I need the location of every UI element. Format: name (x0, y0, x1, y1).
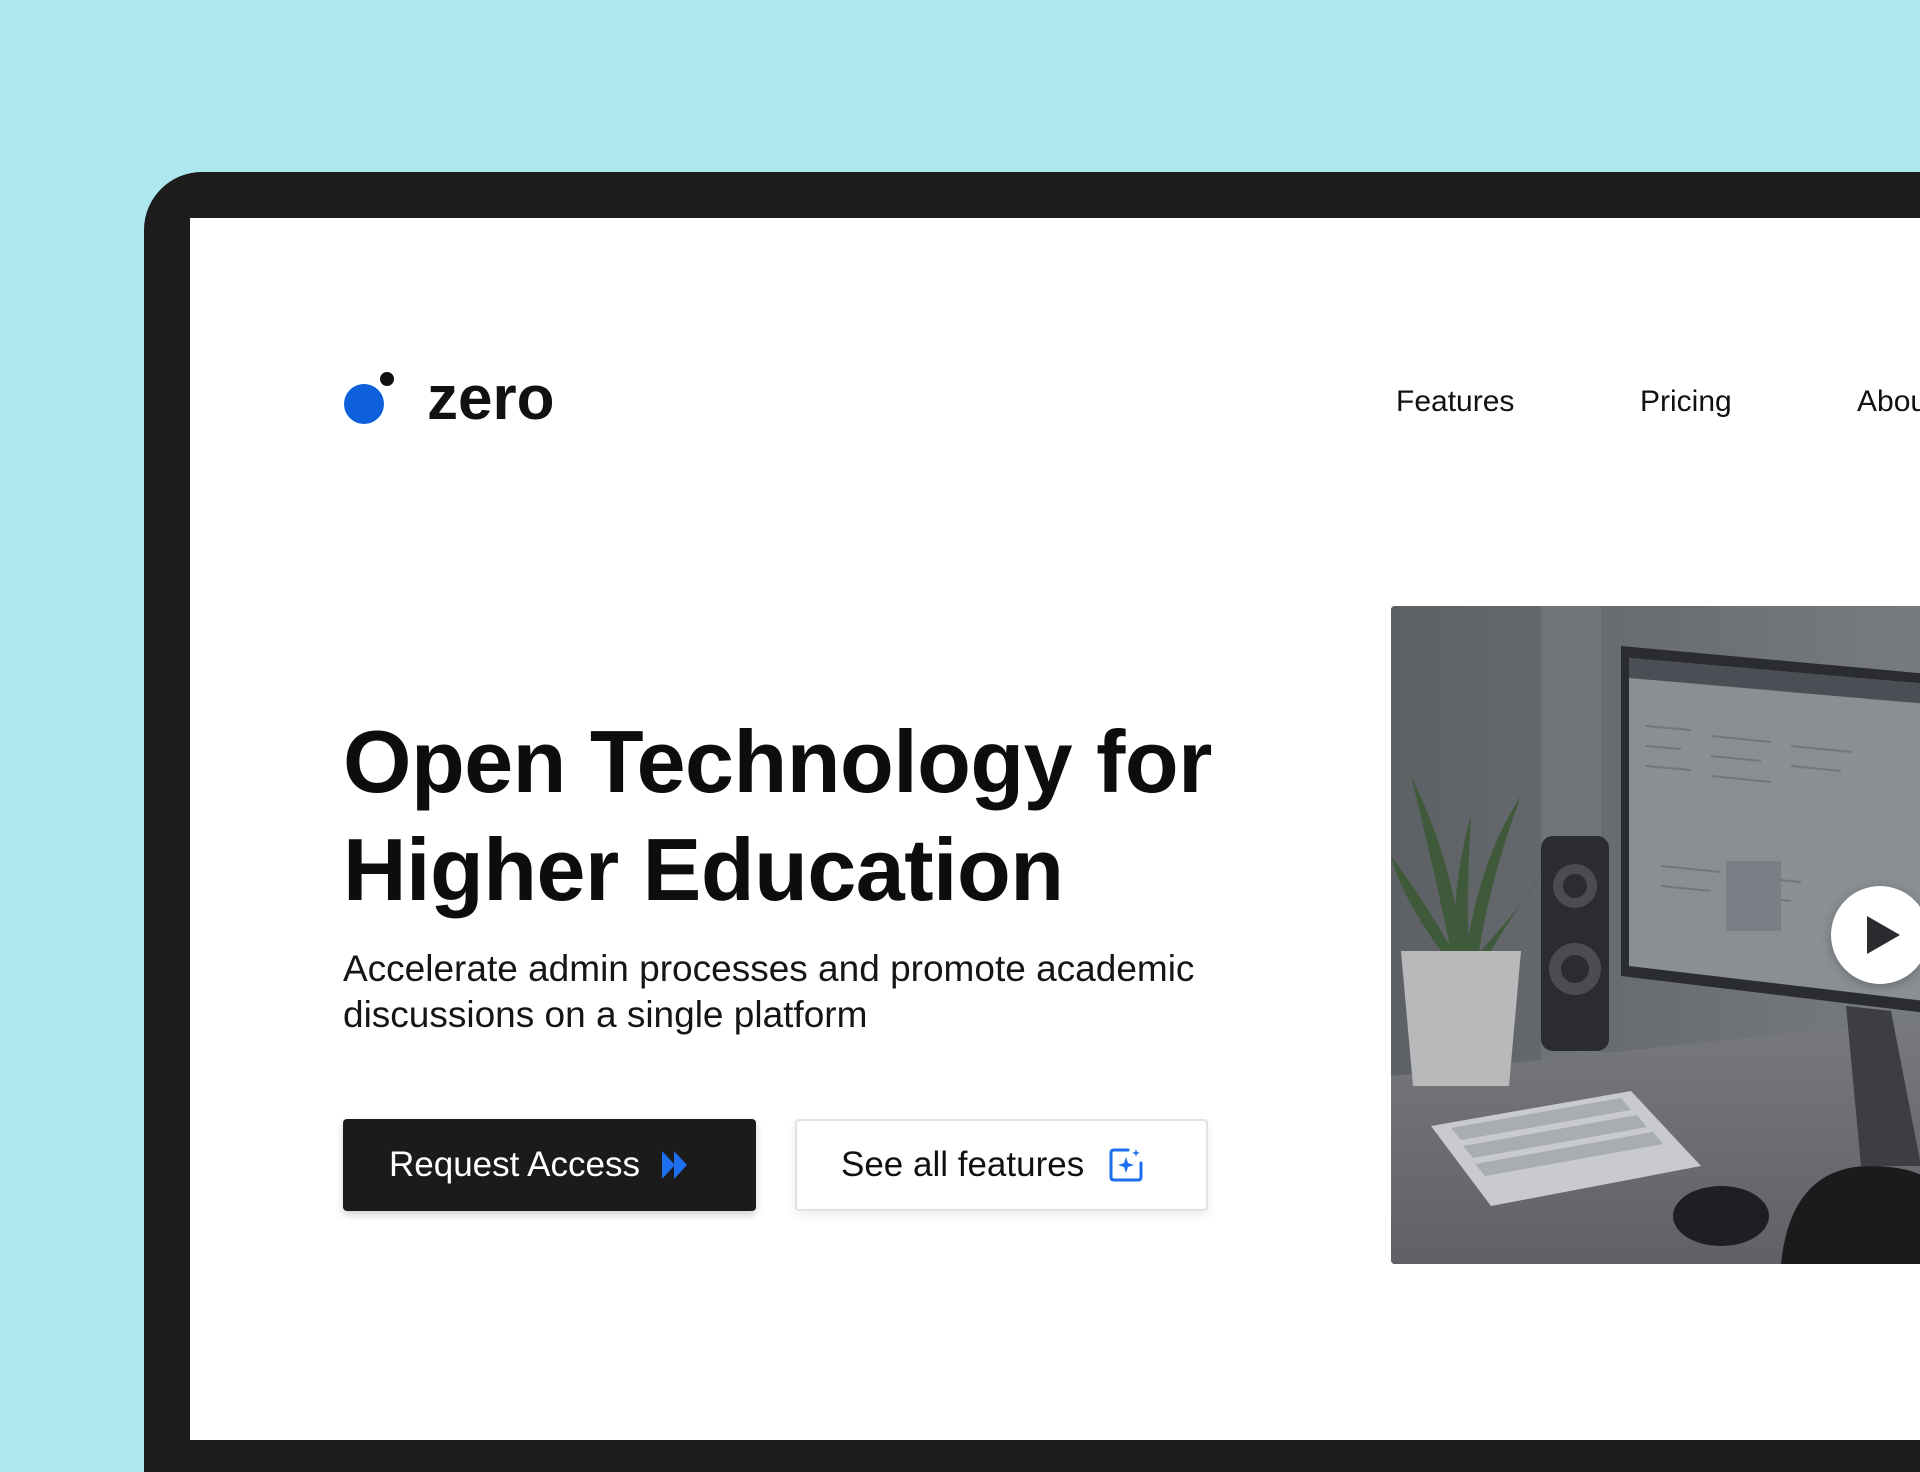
nav-link-about[interactable]: About (1857, 384, 1920, 420)
hero-video-thumbnail[interactable] (1391, 606, 1920, 1264)
double-chevron-right-icon (660, 1149, 690, 1181)
brand-name: zero (427, 364, 555, 433)
sparkle-square-icon (1108, 1147, 1144, 1183)
nav-link-features[interactable]: Features (1396, 384, 1514, 420)
hero-subtitle: Accelerate admin processes and promote a… (343, 946, 1343, 1038)
hero-subtitle-line-2: discussions on a single platform (343, 994, 868, 1035)
see-all-features-button[interactable]: See all features (795, 1119, 1208, 1211)
hero-subtitle-line-1: Accelerate admin processes and promote a… (343, 948, 1195, 989)
hero-title-line-1: Open Technology for (343, 712, 1212, 811)
request-access-label: Request Access (389, 1145, 640, 1184)
brand-logo[interactable]: zero (343, 364, 583, 433)
play-video-button[interactable] (1831, 886, 1920, 984)
logo-dot-large (344, 384, 384, 424)
see-all-features-label: See all features (841, 1145, 1085, 1184)
play-icon (1867, 916, 1900, 954)
request-access-button[interactable]: Request Access (343, 1119, 756, 1211)
nav-link-pricing[interactable]: Pricing (1640, 384, 1732, 420)
logo-mark-icon (343, 369, 403, 429)
hero-title: Open Technology for Higher Education (343, 708, 1343, 924)
hero-title-line-2: Higher Education (343, 820, 1064, 919)
browser-screen: zero Features Pricing About Open Technol… (190, 218, 1920, 1440)
logo-dot-small (380, 372, 394, 386)
